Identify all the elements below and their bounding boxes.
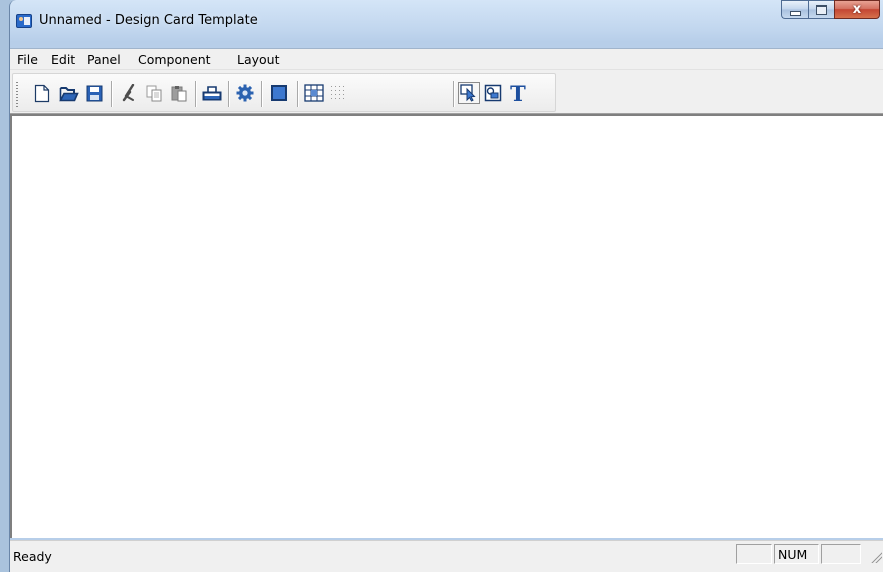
settings-button[interactable] — [234, 82, 256, 104]
image-component-button[interactable] — [482, 82, 504, 104]
dot-grid-button[interactable] — [327, 82, 349, 104]
select-pointer-icon — [460, 84, 476, 102]
minimize-button[interactable] — [781, 0, 808, 19]
window-controls: x — [781, 0, 880, 20]
toolbar-separator — [261, 81, 263, 107]
toolbar-grip[interactable] — [16, 82, 18, 108]
new-document-icon — [34, 84, 50, 102]
design-canvas[interactable] — [10, 114, 883, 538]
status-text: Ready — [13, 549, 52, 564]
menu-layout[interactable]: Layout — [235, 52, 282, 67]
menu-file[interactable]: File — [15, 52, 40, 67]
menu-component[interactable]: Component — [136, 52, 213, 67]
status-pane-scroll — [821, 544, 861, 564]
print-button[interactable] — [201, 82, 223, 104]
menu-bar: File Edit Panel Component Layout — [10, 48, 883, 69]
maximize-icon — [816, 4, 827, 15]
paste-icon — [171, 85, 187, 101]
toolbar-separator — [195, 81, 197, 107]
status-pane-caps — [736, 544, 772, 564]
dot-grid-icon — [331, 86, 344, 99]
open-folder-icon — [59, 86, 79, 101]
app-icon[interactable] — [16, 14, 32, 28]
menu-edit[interactable]: Edit — [49, 52, 77, 67]
new-button[interactable] — [31, 82, 53, 104]
toolbar-separator — [453, 81, 455, 107]
grid-button[interactable] — [303, 82, 325, 104]
text-tool-icon: T — [510, 80, 526, 106]
save-button[interactable] — [83, 82, 105, 104]
status-bar: Ready NUM — [10, 540, 883, 572]
text-tool-button[interactable]: T — [507, 82, 529, 104]
select-tool-button[interactable] — [458, 82, 480, 104]
save-icon — [86, 85, 102, 101]
menu-panel[interactable]: Panel — [85, 52, 123, 67]
print-icon — [202, 85, 222, 100]
open-button[interactable] — [58, 82, 80, 104]
toolbar: T — [10, 69, 883, 114]
close-icon: x — [852, 2, 862, 17]
image-component-icon — [484, 84, 502, 102]
maximize-button[interactable] — [808, 0, 834, 19]
title-bar[interactable]: Unnamed - Design Card Template x — [10, 0, 883, 40]
panel-button[interactable] — [268, 82, 290, 104]
toolbar-separator — [111, 81, 113, 107]
app-window: Unnamed - Design Card Template x File Ed… — [9, 0, 883, 572]
cut-button[interactable] — [118, 82, 140, 104]
panel-icon — [271, 85, 287, 101]
toolbar-separator — [228, 81, 230, 107]
status-pane-num: NUM — [774, 544, 819, 564]
window-title: Unnamed - Design Card Template — [39, 13, 258, 28]
resize-grip[interactable] — [870, 551, 882, 563]
minimize-icon — [789, 10, 801, 16]
paste-button[interactable] — [168, 82, 190, 104]
copy-button[interactable] — [143, 82, 165, 104]
close-button[interactable]: x — [834, 0, 880, 19]
cut-icon — [122, 84, 135, 102]
toolbar-separator — [297, 81, 299, 107]
gear-icon — [236, 84, 254, 102]
copy-icon — [146, 85, 162, 101]
grid-icon — [304, 84, 324, 102]
